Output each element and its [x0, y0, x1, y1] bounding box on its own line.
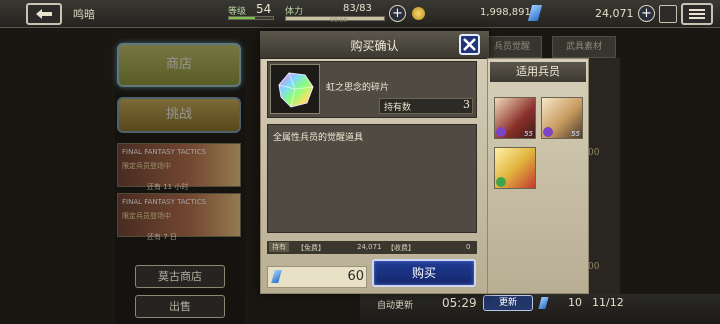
challenge-tab[interactable]: 挑战: [117, 97, 241, 133]
menu-button[interactable]: [681, 3, 713, 25]
paid-gems-value: 0: [466, 243, 471, 251]
banner-remaining: 还有 11 小时: [147, 183, 189, 191]
free-gems-value: 24,071: [357, 243, 382, 251]
banner-title: FINAL FANTASY TACTICS: [122, 148, 207, 156]
element-icon: [496, 127, 506, 137]
price-value: 60: [347, 269, 364, 284]
held-count-value: 3: [463, 98, 470, 111]
gil-coin-icon: [412, 7, 425, 20]
unit-portrait[interactable]: 55: [494, 97, 536, 139]
buy-button[interactable]: 购买: [372, 259, 476, 287]
paid-gems-label: 【收费】: [387, 244, 415, 252]
rainbow-crystal-icon: [270, 64, 320, 114]
element-icon: [496, 177, 506, 187]
shop-tab[interactable]: 商店: [117, 43, 241, 87]
level-progress-bar: [228, 16, 274, 20]
add-gems-button[interactable]: +: [638, 5, 655, 22]
banner-title: FINAL FANTASY TACTICS: [122, 198, 207, 206]
moogle-shop-button[interactable]: 莫古商店: [135, 265, 225, 288]
event-banner-1[interactable]: FINAL FANTASY TACTICS 限定兵员登场中: [117, 143, 241, 187]
tab-unit-awakening[interactable]: 兵员觉醒: [482, 36, 542, 58]
list-price: 00: [588, 262, 600, 272]
unit-level: 55: [524, 130, 533, 138]
close-button[interactable]: [459, 34, 480, 55]
free-gems-label: 【免费】: [297, 244, 325, 252]
unit-portrait[interactable]: 55: [541, 97, 583, 139]
unit-portrait[interactable]: [494, 147, 536, 189]
level-value: 54: [256, 2, 272, 16]
back-arrow-icon: [36, 9, 52, 19]
applicable-units-title: 适用兵员: [490, 62, 586, 82]
owned-label: 持有: [269, 242, 289, 252]
unit-level: 55: [571, 130, 580, 138]
item-name: 虹之思念的碎片: [326, 83, 390, 93]
event-banner-2[interactable]: FINAL FANTASY TACTICS 限定兵员登场中: [117, 193, 241, 237]
close-icon: [463, 38, 476, 51]
element-icon: [543, 127, 553, 137]
item-description: 全属性兵员的觉醒道具: [273, 133, 364, 143]
refresh-timer: 05:29: [442, 296, 477, 310]
list-price: 00: [588, 148, 600, 158]
stamina-timer: 00:00: [330, 17, 348, 24]
gem-amount: 24,071: [595, 7, 634, 20]
sell-button[interactable]: 出售: [135, 295, 225, 318]
refresh-button[interactable]: 更新: [483, 295, 533, 311]
back-button[interactable]: [26, 3, 62, 25]
menu-icon: [689, 9, 705, 19]
page-count: 11/12: [592, 296, 624, 309]
add-stamina-button[interactable]: +: [389, 5, 406, 22]
auto-refresh-label: 自动更新: [377, 301, 414, 311]
gil-amount: 1,998,891: [480, 7, 531, 18]
dialog-title: 购买确认: [350, 39, 399, 53]
refresh-cost: 10: [568, 296, 582, 309]
banner-remaining: 还有 7 日: [147, 233, 177, 241]
tab-equipment-materials[interactable]: 武具素材: [552, 36, 616, 58]
banner-subtitle: 限定兵员登场中: [122, 212, 171, 220]
box-icon[interactable]: [659, 5, 677, 23]
stamina-value: 83/83: [343, 3, 372, 14]
held-count-label: 持有数: [384, 103, 412, 113]
player-name: 鸣暗: [73, 8, 95, 21]
banner-subtitle: 限定兵员登场中: [122, 162, 171, 170]
